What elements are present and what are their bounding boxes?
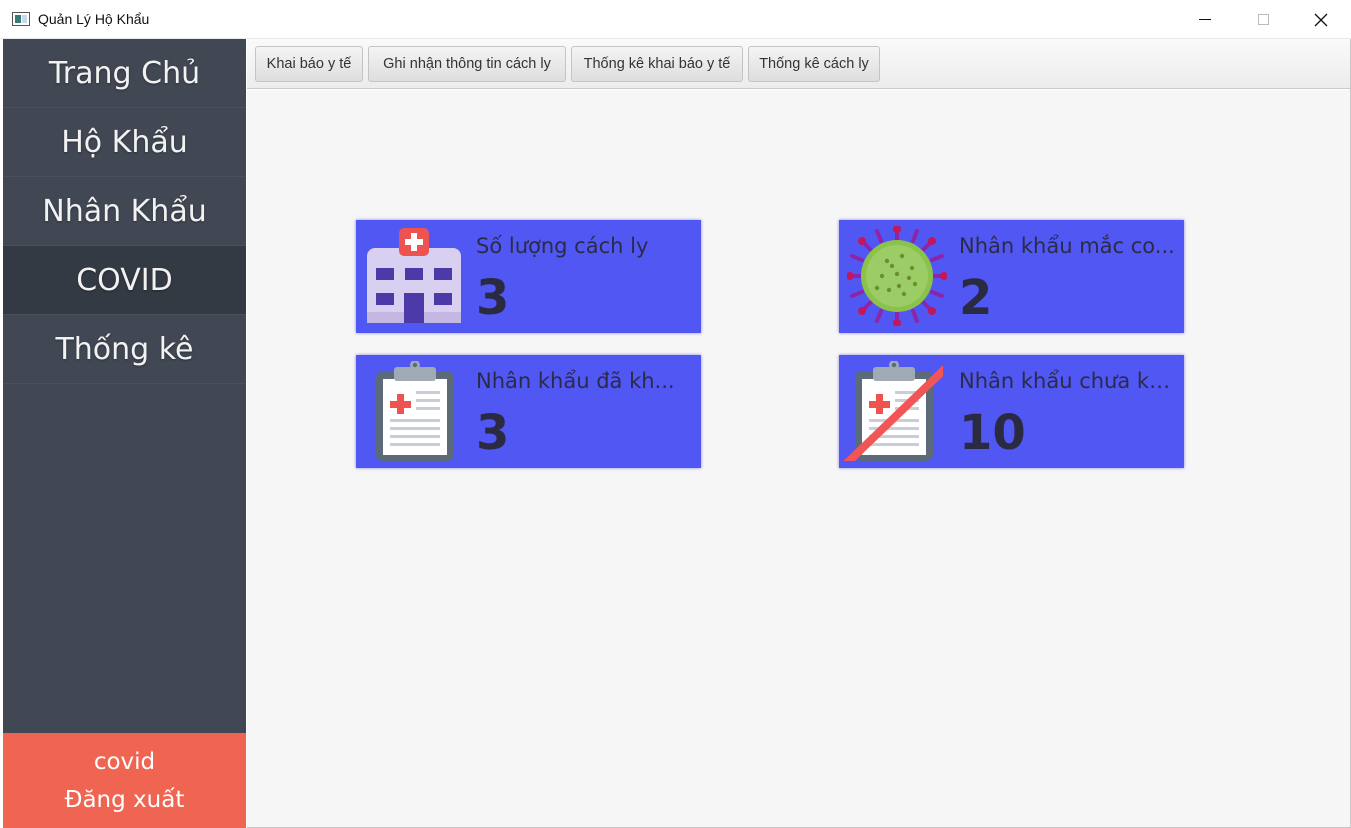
clipboard-crossed-icon	[843, 361, 943, 461]
card-label: Nhân khẩu chưa kha...	[959, 369, 1177, 393]
card-infected[interactable]: Nhân khẩu mắc co... 2	[839, 220, 1184, 333]
sidebar-item-thong-ke[interactable]: Thống kê	[3, 315, 246, 384]
app-icon	[12, 12, 30, 26]
title-bar: Quản Lý Hộ Khẩu	[0, 0, 1351, 39]
main-content: Số lượng cách ly 3 Nhân khẩu mắc co... 2…	[247, 90, 1350, 827]
sidebar-item-trang-chu[interactable]: Trang Chủ	[3, 39, 246, 108]
close-button[interactable]	[1292, 0, 1350, 39]
card-quarantine-count[interactable]: Số lượng cách ly 3	[356, 220, 701, 333]
minimize-button[interactable]	[1176, 0, 1234, 39]
hospital-icon	[367, 228, 461, 323]
sidebar: Trang Chủ Hộ Khẩu Nhân Khẩu COVID Thống …	[3, 39, 246, 828]
current-user: covid	[93, 748, 156, 775]
khai-bao-y-te-button[interactable]: Khai báo y tế	[255, 46, 363, 82]
sidebar-item-ho-khau[interactable]: Hộ Khẩu	[3, 108, 246, 177]
virus-icon	[847, 226, 947, 326]
card-not-declared[interactable]: Nhân khẩu chưa kha... 10	[839, 355, 1184, 468]
sidebar-item-covid[interactable]: COVID	[3, 246, 246, 315]
card-declared[interactable]: Nhân khẩu đã kh... 3	[356, 355, 701, 468]
logout-button[interactable]: covid Đăng xuất	[3, 733, 246, 828]
card-value: 3	[476, 405, 510, 461]
card-value: 10	[959, 405, 1026, 461]
maximize-icon	[1257, 14, 1269, 25]
minimize-icon	[1199, 19, 1211, 20]
card-label: Nhân khẩu đã kh...	[476, 369, 675, 393]
thong-ke-cach-ly-button[interactable]: Thống kê cách ly	[748, 46, 880, 82]
card-value: 3	[476, 270, 510, 326]
clipboard-medical-icon	[376, 361, 454, 461]
sidebar-item-nhan-khau[interactable]: Nhân Khẩu	[3, 177, 246, 246]
close-icon	[1314, 13, 1328, 26]
ghi-nhan-cach-ly-button[interactable]: Ghi nhận thông tin cách ly	[368, 46, 566, 82]
thong-ke-khai-bao-button[interactable]: Thống kê khai báo y tế	[571, 46, 743, 82]
window-title: Quản Lý Hộ Khẩu	[38, 11, 150, 27]
card-label: Nhân khẩu mắc co...	[959, 234, 1175, 258]
logout-label: Đăng xuất	[64, 786, 185, 813]
covid-toolbar: Khai báo y tế Ghi nhận thông tin cách ly…	[247, 39, 1351, 89]
card-value: 2	[959, 270, 993, 326]
maximize-button[interactable]	[1234, 0, 1292, 39]
card-label: Số lượng cách ly	[476, 234, 649, 258]
